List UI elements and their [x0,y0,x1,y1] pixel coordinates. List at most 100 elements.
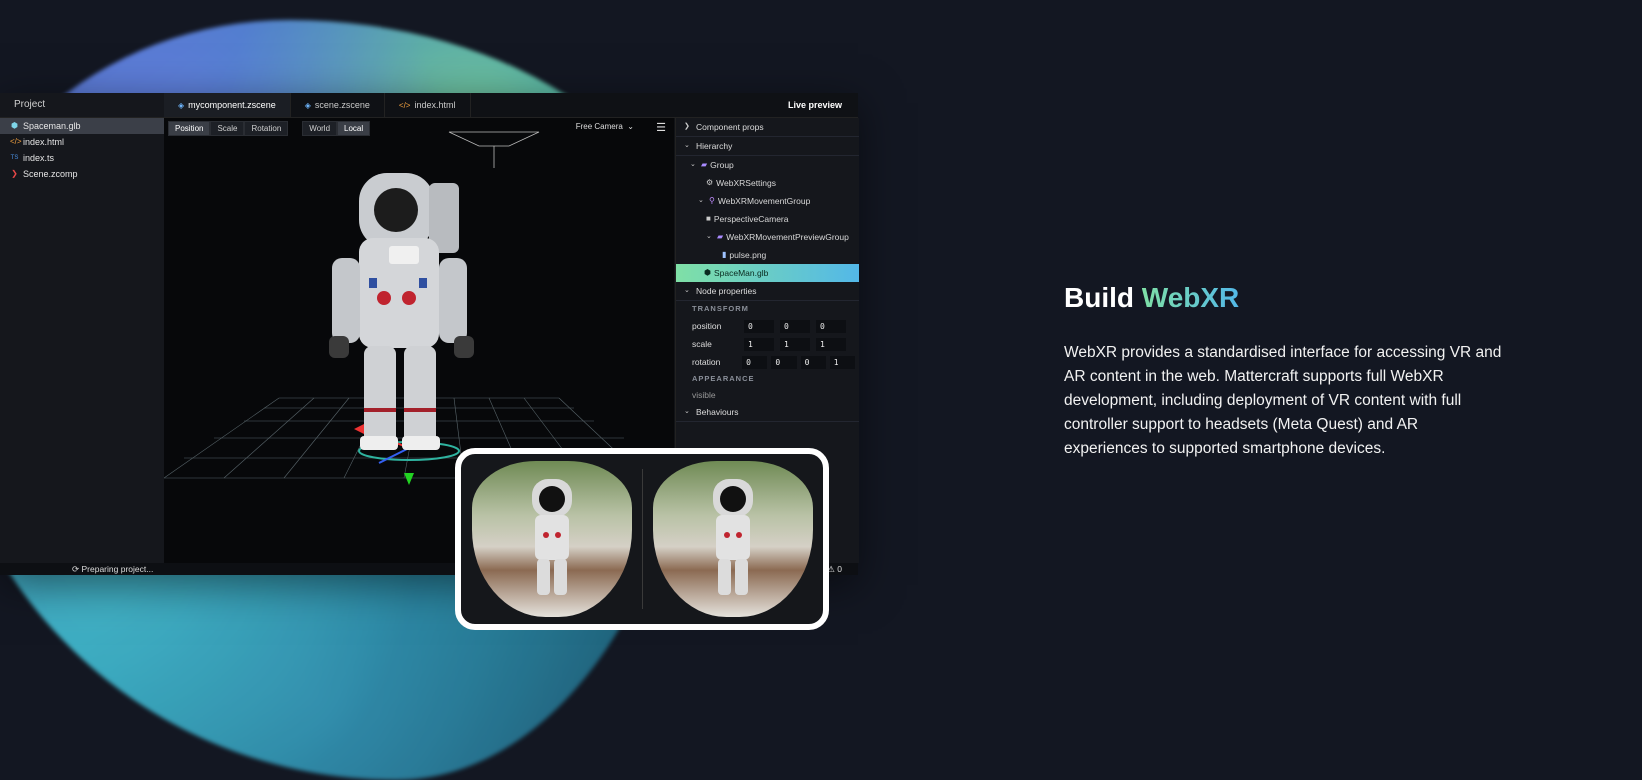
rotation-x-input[interactable]: 0 [742,355,768,369]
live-preview-button[interactable]: Live preview [788,93,858,117]
chevron-down-icon: ⌄ [706,233,712,240]
appearance-subheader: APPEARANCE [692,374,755,383]
chevron-down-icon: ⌄ [684,408,690,415]
node-label: PerspectiveCamera [713,214,789,224]
file-label: index.ts [23,153,55,163]
astronaut-model [329,173,474,450]
prop-label: rotation [692,357,721,367]
prop-label: scale [692,339,712,349]
scene-icon: ◈ [178,100,185,110]
node-label: WebXRMovementGroup [717,196,811,206]
position-y-input[interactable]: 0 [780,319,810,333]
project-panel-title: Project [0,93,164,118]
transform-toolbar: Position Scale Rotation World Local [168,121,371,136]
local-space-button[interactable]: Local [337,121,371,136]
section-label: Node properties [696,286,757,296]
position-z-input[interactable]: 0 [816,319,846,333]
location-pin-icon: ⚲ [709,196,715,205]
rotation-z-input[interactable]: 0 [800,355,826,369]
file-label: Spaceman.glb [23,121,81,131]
code-icon: </> [10,137,22,146]
chevron-down-icon: ⌄ [684,142,690,149]
file-spaceman-glb[interactable]: ⬢ Spaceman.glb [0,118,164,134]
tab-label: scene.zscene [314,100,370,110]
folder-icon: ▰ [701,160,708,169]
component-icon: ❯ [11,169,18,178]
tab-label: index.html [414,100,456,110]
file-label: Scene.zcomp [23,169,78,179]
node-label: WebXRMovementPreviewGroup [726,232,849,242]
spinner-icon: ⟳ [72,564,80,574]
chevron-right-icon: ❯ [684,123,690,130]
file-index-ts[interactable]: TS index.ts [0,150,164,166]
project-panel: Project ⬢ Spaceman.glb </> index.html TS… [0,93,165,575]
scale-y-input[interactable]: 1 [780,337,810,351]
rotation-y-input[interactable]: 0 [771,355,797,369]
status-progress: ⟳ Preparing project... [72,563,153,575]
visible-property[interactable]: visible [676,387,859,403]
astronaut-image [712,479,753,595]
prop-label: position [692,321,722,331]
ts-icon: TS [10,155,19,161]
title-accent: WebXR [1141,282,1240,313]
code-icon: </> [398,100,411,110]
behaviours-header[interactable]: ⌄ Behaviours [676,403,859,422]
component-props-header[interactable]: ❯ Component props [676,118,859,137]
section-label: Component props [696,122,764,132]
status-text: Preparing project... [81,564,154,574]
hierarchy-node-spaceman-glb[interactable]: ⬢ SpaceMan.glb [676,264,859,282]
chevron-down-icon: ⌄ [625,122,634,131]
scale-x-input[interactable]: 1 [744,337,774,351]
vr-right-eye-view [652,461,813,617]
rotation-w-input[interactable]: 1 [829,355,856,369]
chevron-down-icon: ⌄ [698,197,704,204]
hierarchy-node-pulse-png[interactable]: ▮ pulse.png [676,246,859,264]
node-label: WebXRSettings [716,178,777,188]
position-tool-button[interactable]: Position [168,121,211,136]
image-file-icon: ▮ [722,250,727,259]
tab-mycomponent-zscene[interactable]: ◈ mycomponent.zscene [164,93,291,117]
camera-icon: ■ [706,214,711,223]
position-row: position 0 0 0 [676,317,859,335]
folder-icon: ▰ [717,232,724,241]
hierarchy-node-webxrmovementgroup[interactable]: ⌄ ⚲ WebXRMovementGroup [676,192,859,210]
node-properties-header[interactable]: ⌄ Node properties [676,282,859,301]
chevron-down-icon: ⌄ [684,287,690,294]
tab-index-html[interactable]: </> index.html [385,93,471,117]
chevron-down-icon: ⌄ [690,161,696,168]
tab-scene-zscene[interactable]: ◈ scene.zscene [291,93,385,117]
file-label: index.html [23,137,65,147]
rotation-tool-button[interactable]: Rotation [244,121,289,136]
position-x-input[interactable]: 0 [744,319,774,333]
section-label: Behaviours [696,407,739,417]
scale-row: scale 1 1 1 [676,335,859,353]
warnings-count[interactable]: ⚠ 0 [827,563,842,575]
file-index-html[interactable]: </> index.html [0,134,164,150]
world-space-button[interactable]: World [302,121,338,136]
tab-label: mycomponent.zscene [188,100,276,110]
hierarchy-node-webxrsettings[interactable]: ⚙ WebXRSettings [676,174,859,192]
hierarchy-node-group[interactable]: ⌄ ▰ Group [676,156,859,174]
vr-left-eye-view [471,461,632,617]
section-label: Hierarchy [696,141,733,151]
cube-icon: ⬢ [704,268,711,277]
toolbar-spacer [288,121,302,136]
hamburger-menu-icon[interactable]: ☰ [656,121,666,134]
node-label: Group [710,160,734,170]
camera-select-label: Free Camera [575,122,623,131]
camera-gizmo [448,131,540,168]
hierarchy-header[interactable]: ⌄ Hierarchy [676,137,859,156]
node-label: SpaceMan.glb [713,268,769,278]
vr-headset-preview [455,448,829,630]
hierarchy-node-webxrmovementpreviewgroup[interactable]: ⌄ ▰ WebXRMovementPreviewGroup [676,228,859,246]
scene-icon: ◈ [304,100,311,110]
camera-select[interactable]: Free Camera ⌄ [576,122,634,131]
vr-divider [641,469,643,609]
scale-z-input[interactable]: 1 [816,337,846,351]
hierarchy-node-perspectivecamera[interactable]: ■ PerspectiveCamera [676,210,859,228]
file-scene-zcomp[interactable]: ❯ Scene.zcomp [0,166,164,182]
transform-subheader: TRANSFORM [692,304,749,313]
gear-icon: ⚙ [706,178,714,187]
scale-tool-button[interactable]: Scale [210,121,245,136]
editor-tabs: ◈ mycomponent.zscene ◈ scene.zscene </> … [164,93,858,118]
